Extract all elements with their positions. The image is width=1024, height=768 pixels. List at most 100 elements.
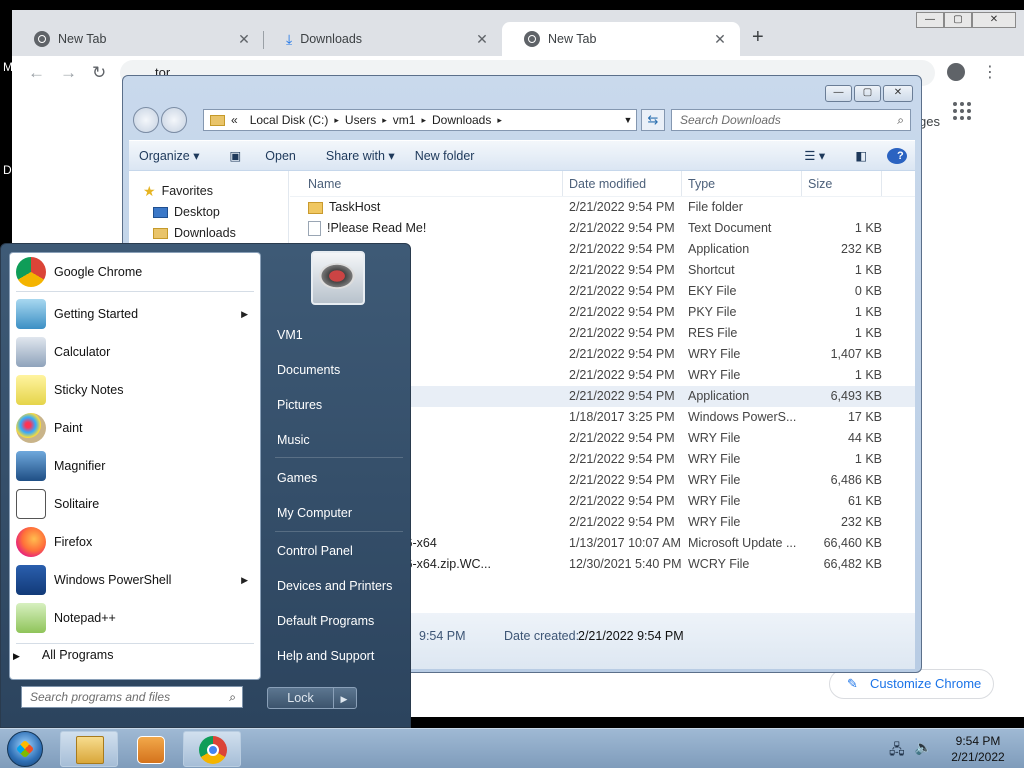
organize-button[interactable]: Organize ▾ <box>129 148 209 163</box>
taskbar-chrome[interactable] <box>183 731 241 767</box>
start-link-devices-and-printers[interactable]: Devices and Printers <box>277 579 392 593</box>
program-sticky-notes[interactable]: Sticky Notes <box>10 371 260 409</box>
tab-new-tab-1[interactable]: New Tab ✕ <box>12 22 264 56</box>
help-icon[interactable]: ? <box>887 147 907 164</box>
breadcrumb-vm1[interactable]: vm1 <box>387 113 422 127</box>
program-paint[interactable]: Paint <box>10 409 260 447</box>
file-date: 1/18/2017 3:25 PM <box>569 410 675 424</box>
all-programs[interactable]: ▶ All Programs <box>13 648 113 662</box>
apps-grid-icon[interactable] <box>953 102 971 120</box>
network-icon[interactable]: 🖧 <box>889 739 905 763</box>
taskbar-media-player[interactable] <box>121 731 179 767</box>
program-notepad-[interactable]: Notepad++ <box>10 599 260 637</box>
close-button[interactable]: ✕ <box>883 85 913 102</box>
customize-chrome-button[interactable]: ✎ Customize Chrome <box>829 669 994 699</box>
close-icon[interactable]: ✕ <box>474 31 490 48</box>
google-apps-label[interactable]: ges <box>919 114 940 129</box>
share-with-button[interactable]: Share with ▾ <box>316 148 405 163</box>
chevron-down-icon[interactable]: ▼ <box>620 115 636 125</box>
close-icon[interactable]: ✕ <box>712 31 728 48</box>
nav-desktop[interactable]: Desktop <box>129 202 288 223</box>
program-firefox[interactable]: Firefox <box>10 523 260 561</box>
back-icon[interactable]: ← <box>28 63 45 83</box>
lock-button[interactable]: Lock ▶ <box>267 687 357 709</box>
program-calculator[interactable]: Calculator <box>10 333 260 371</box>
new-folder-button[interactable]: New folder <box>405 149 485 163</box>
column-name[interactable]: Name <box>290 171 563 196</box>
file-row[interactable]: !Please Read Me! 2/21/2022 9:54 PM Text Do… <box>290 218 915 239</box>
search-input[interactable]: Search Downloads ⌕ <box>671 109 911 131</box>
desktop-icon <box>153 207 168 218</box>
breadcrumb-downloads[interactable]: Downloads <box>426 113 497 127</box>
start-link-help-and-support[interactable]: Help and Support <box>277 649 374 663</box>
firefox-icon <box>16 527 46 557</box>
close-icon[interactable]: ✕ <box>236 31 252 48</box>
start-link-control-panel[interactable]: Control Panel <box>277 544 353 558</box>
chrome-icon <box>34 31 50 47</box>
breadcrumb-local-disk[interactable]: Local Disk (C:) <box>244 113 335 127</box>
close-button[interactable]: ✕ <box>972 12 1016 28</box>
maximize-button[interactable]: ▢ <box>854 85 881 102</box>
file-date: 2/21/2022 9:54 PM <box>569 284 675 298</box>
column-size[interactable]: Size <box>802 171 882 196</box>
system-tray: 🖧 🔈 <box>889 739 932 763</box>
forward-button[interactable] <box>161 107 187 133</box>
chevron-right-icon[interactable]: ▸ <box>497 115 502 126</box>
start-button[interactable] <box>7 731 43 767</box>
address-bar[interactable]: « Local Disk (C:) ▸ Users ▸ vm1 ▸ Downloads… <box>203 109 637 131</box>
breadcrumb-users[interactable]: Users <box>339 113 382 127</box>
start-search-input[interactable]: Search programs and files ⌕ <box>21 686 243 708</box>
file-type: Windows PowerS... <box>688 410 797 424</box>
program-windows-powershell[interactable]: Windows PowerShell ▶ <box>10 561 260 599</box>
tab-downloads[interactable]: ⤓ Downloads ✕ <box>264 22 502 56</box>
start-link-default-programs[interactable]: Default Programs <box>277 614 374 628</box>
reload-icon[interactable]: ↻ <box>92 63 106 83</box>
column-type[interactable]: Type <box>682 171 802 196</box>
desktop-edge-letter: M <box>3 60 13 74</box>
start-link-my-computer[interactable]: My Computer <box>277 506 352 520</box>
program-magnifier[interactable]: Magnifier <box>10 447 260 485</box>
refresh-icon[interactable]: ⇆ <box>641 109 665 131</box>
file-type: WRY File <box>688 368 741 382</box>
new-tab-button[interactable]: + <box>752 26 764 49</box>
file-size: 1 KB <box>854 305 882 319</box>
program-getting-started[interactable]: Getting Started ▶ <box>10 295 260 333</box>
minimize-button[interactable]: — <box>825 85 852 102</box>
file-size: 61 KB <box>847 494 882 508</box>
chevron-right-icon[interactable]: ▶ <box>241 309 248 320</box>
preview-pane-icon[interactable]: ◧ <box>845 148 877 164</box>
minimize-button[interactable]: — <box>916 12 944 28</box>
tab-new-tab-2[interactable]: New Tab ✕ <box>502 22 740 56</box>
profile-icon[interactable] <box>947 63 965 81</box>
clock[interactable]: 9:54 PM 2/21/2022 <box>938 733 1018 765</box>
taskbar-explorer[interactable] <box>60 731 118 767</box>
volume-icon[interactable]: 🔈 <box>915 739 932 763</box>
nav-favorites[interactable]: ★ Favorites <box>129 181 288 202</box>
back-button[interactable] <box>133 107 159 133</box>
open-button[interactable]: ▣ Open <box>209 148 315 164</box>
programs-pane: Google Chrome Getting Started ▶ Calculator S… <box>9 252 261 680</box>
menu-icon[interactable]: ⋮ <box>982 62 998 82</box>
address-overflow[interactable]: « <box>225 113 244 127</box>
details-created-value: 2/21/2022 9:54 PM <box>578 629 684 643</box>
start-link-vm1[interactable]: VM1 <box>277 328 303 342</box>
start-link-games[interactable]: Games <box>277 471 317 485</box>
program-solitaire[interactable]: Solitaire <box>10 485 260 523</box>
user-avatar[interactable] <box>311 251 365 305</box>
start-link-pictures[interactable]: Pictures <box>277 398 322 412</box>
file-row[interactable]: TaskHost 2/21/2022 9:54 PM File folder <box>290 197 915 218</box>
column-date-modified[interactable]: Date modified <box>563 171 682 196</box>
chevron-right-icon[interactable]: ▶ <box>241 575 248 586</box>
program-google-chrome[interactable]: Google Chrome <box>10 253 260 291</box>
details-modified: 9:54 PM <box>419 629 466 643</box>
file-type: RES File <box>688 326 738 340</box>
start-link-music[interactable]: Music <box>277 433 310 447</box>
folder-icon <box>308 201 323 214</box>
maximize-button[interactable]: ▢ <box>944 12 972 28</box>
forward-icon[interactable]: → <box>60 63 77 83</box>
view-options-icon[interactable]: ☰ ▾ <box>794 148 835 164</box>
nav-downloads[interactable]: Downloads <box>129 223 288 244</box>
chevron-right-icon[interactable]: ▶ <box>334 689 354 709</box>
tab-title: Downloads <box>300 32 363 46</box>
start-link-documents[interactable]: Documents <box>277 363 340 377</box>
